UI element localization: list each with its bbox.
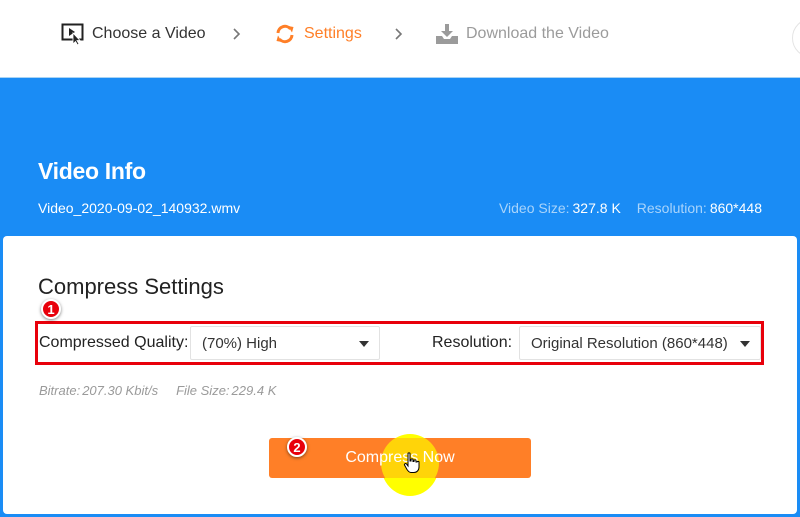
quality-select[interactable]: (70%) High <box>190 326 380 360</box>
quality-select-value: (70%) High <box>202 334 278 352</box>
video-info-title: Video Info <box>38 158 146 184</box>
account-button[interactable] <box>792 18 800 58</box>
output-estimate: Bitrate: 207.30 Kbit/s File Size: 229.4 K <box>39 383 276 398</box>
video-resolution-value: 860*448 <box>709 200 762 216</box>
hand-cursor-icon <box>403 452 421 479</box>
video-size-label: Video Size: <box>498 200 570 216</box>
step-badge-2: 2 <box>287 437 307 457</box>
bitrate: Bitrate: 207.30 Kbit/s <box>39 383 158 398</box>
step-settings[interactable]: Settings <box>272 22 362 46</box>
chevron-right-icon <box>394 22 404 40</box>
compress-now-button[interactable]: Compress Now <box>269 438 531 478</box>
step-label: Choose a Video <box>92 25 206 42</box>
bitrate-label: Bitrate: <box>39 383 81 398</box>
step-label: Settings <box>304 25 362 42</box>
download-icon <box>434 22 460 46</box>
resolution-select[interactable]: Original Resolution (860*448) <box>519 326 761 360</box>
resolution-select-value: Original Resolution (860*448) <box>531 334 728 352</box>
step-badge-1: 1 <box>41 299 61 319</box>
step-label: Download the Video <box>466 25 609 42</box>
video-size: Video Size: 327.8 K <box>499 200 621 216</box>
video-resolution: Resolution: 860*448 <box>637 200 762 216</box>
video-select-icon <box>60 22 86 46</box>
step-download[interactable]: Download the Video <box>434 22 609 46</box>
file-size: File Size: 229.4 K <box>176 383 276 398</box>
video-resolution-label: Resolution: <box>636 200 707 216</box>
video-size-value: 327.8 K <box>572 200 621 216</box>
video-meta: Video Size: 327.8 K Resolution: 860*448 <box>499 200 762 216</box>
video-filename: Video_2020-09-02_140932.wmv <box>38 200 241 216</box>
quality-label: Compressed Quality: <box>39 334 189 351</box>
file-size-value: 229.4 K <box>231 383 277 398</box>
step-choose-video[interactable]: Choose a Video <box>60 22 206 46</box>
chevron-right-icon <box>232 22 242 40</box>
dropdown-arrow-icon <box>740 341 750 347</box>
file-size-label: File Size: <box>176 383 230 398</box>
bitrate-value: 207.30 Kbit/s <box>82 383 159 398</box>
dropdown-arrow-icon <box>359 341 369 347</box>
compress-settings-title: Compress Settings <box>38 274 224 299</box>
steps-bar: Choose a Video Settings Download the Vid… <box>0 0 800 78</box>
refresh-icon <box>272 22 298 46</box>
compress-now-label: Compress Now <box>345 449 455 466</box>
resolution-label: Resolution: <box>432 334 513 351</box>
